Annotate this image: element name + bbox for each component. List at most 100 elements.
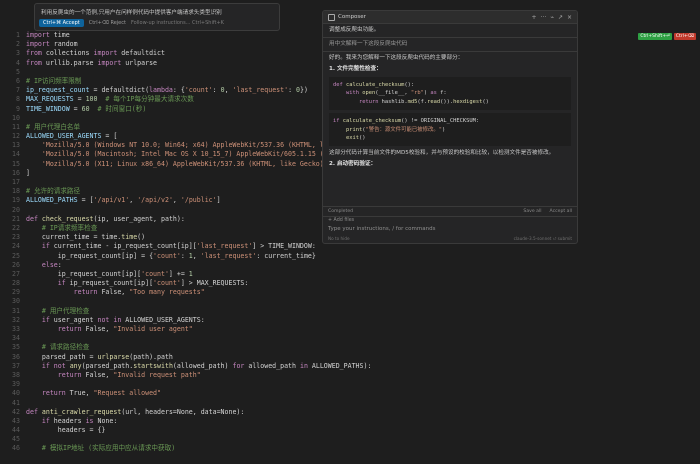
code-line[interactable]: 29 return False, "Too many requests" bbox=[0, 288, 700, 297]
code-editor[interactable]: 1 import time 2 import random 3 from collecti… bbox=[0, 0, 700, 464]
line-number: 36 bbox=[12, 352, 20, 361]
line-text: if headers is None: bbox=[26, 416, 118, 425]
line-number: 4 bbox=[16, 58, 20, 67]
line-text: # IP请求频率检查 bbox=[26, 223, 98, 232]
code-line[interactable]: 41 bbox=[0, 399, 700, 408]
line-number: 22 bbox=[12, 223, 20, 232]
reject-button[interactable]: Ctrl+⌫ Reject bbox=[89, 20, 126, 26]
line-text: # IP访问频率限制 bbox=[26, 76, 82, 85]
line-number: 15 bbox=[12, 159, 20, 168]
section-heading: 2. 启动密码验证： bbox=[329, 161, 377, 168]
accept-button[interactable]: Ctrl+⌘ Accept bbox=[39, 19, 84, 27]
line-number: 18 bbox=[12, 187, 20, 196]
code-line[interactable]: 30 bbox=[0, 297, 700, 306]
code-block-line: exit() bbox=[333, 135, 366, 142]
composer-controls: + ··· ⌁ ↗ × bbox=[532, 14, 572, 21]
code-line[interactable]: 35 # 请求路径检查 bbox=[0, 343, 700, 352]
line-number: 2 bbox=[16, 40, 20, 49]
line-number: 1 bbox=[16, 31, 20, 39]
composer-messages[interactable]: 调整成反爬虫功能。 用中文解释一下这段反爬虫代码 好的。我来为您解释一下这段反爬… bbox=[323, 24, 577, 206]
line-number: 6 bbox=[16, 76, 20, 85]
new-chat-icon[interactable]: + bbox=[532, 14, 537, 21]
line-number: 32 bbox=[12, 315, 20, 324]
accept-all-button[interactable]: Accept all bbox=[550, 209, 572, 214]
code-block[interactable]: if calculate_checksum() != ORIGINAL_CHEC… bbox=[329, 113, 571, 147]
line-text: import time bbox=[26, 31, 70, 39]
code-line[interactable]: 37 if not any(parsed_path.startswith(all… bbox=[0, 362, 700, 371]
line-number: 25 bbox=[12, 251, 20, 260]
code-line[interactable]: 36 parsed_path = urlparse(path).path bbox=[0, 353, 700, 362]
line-text: if ip_request_count[ip]['count'] > MAX_R… bbox=[26, 279, 249, 288]
code-block-line: print("警告：源文件可能已被修改。") bbox=[333, 126, 446, 133]
line-number: 5 bbox=[16, 67, 20, 76]
line-text: MAX_REQUESTS = 100 # 每个IP每分钟最大请求次数 bbox=[26, 95, 194, 104]
accept-diff-badge[interactable]: Ctrl+Shift+⏎ bbox=[638, 33, 672, 40]
line-text: headers = {} bbox=[26, 426, 106, 435]
code-line[interactable]: 28 if ip_request_count[ip]['count'] > MA… bbox=[0, 279, 700, 288]
add-files-button[interactable]: + Add files bbox=[328, 218, 572, 223]
expand-icon[interactable]: ↗ bbox=[558, 14, 563, 21]
line-number: 44 bbox=[12, 426, 20, 435]
line-text: def check_request(ip, user_agent, path): bbox=[26, 214, 185, 223]
code-line[interactable]: 43 if headers is None: bbox=[0, 417, 700, 426]
line-number: 43 bbox=[12, 416, 20, 425]
composer-input[interactable]: Type your instructions, / for commands bbox=[328, 226, 572, 232]
line-text: # 模拟IP地址 (实际应用中应从请求中获取) bbox=[26, 444, 176, 453]
save-all-button[interactable]: Save all bbox=[523, 209, 541, 214]
line-number: 42 bbox=[12, 407, 20, 416]
line-text: if not any(parsed_path.startswith(allowe… bbox=[26, 361, 372, 370]
code-line[interactable]: 32 if user_agent not in ALLOWED_USER_AGE… bbox=[0, 316, 700, 325]
line-text: import random bbox=[26, 40, 78, 49]
code-line[interactable]: 25 ip_request_count[ip] = {'count': 1, '… bbox=[0, 252, 700, 261]
history-icon[interactable]: ⌁ bbox=[550, 14, 554, 21]
code-line[interactable]: 31 # 用户代理检查 bbox=[0, 307, 700, 316]
more-icon[interactable]: ··· bbox=[541, 14, 547, 21]
line-number: 8 bbox=[16, 95, 20, 104]
code-line[interactable]: 42 def anti_crawler_request(url, headers=… bbox=[0, 408, 700, 417]
code-line[interactable]: 46 # 模拟IP地址 (实际应用中应从请求中获取) bbox=[0, 444, 700, 453]
assistant-explanation: 这部分代码计算当前文件的MD5校验和，并与预设的校验和比较，以检测文件是否被修改… bbox=[329, 150, 555, 157]
code-line[interactable]: 33 return False, "Invalid user agent" bbox=[0, 325, 700, 334]
composer-panel[interactable]: Composer + ··· ⌁ ↗ × 调整成反爬虫功能。 用中文解释一下这段反爬虫代… bbox=[322, 10, 578, 244]
hide-hint: No to hide bbox=[328, 236, 350, 241]
code-line[interactable]: 34 bbox=[0, 334, 700, 343]
line-text: ALLOWED_USER_AGENTS = [ bbox=[26, 132, 118, 141]
line-number: 34 bbox=[12, 334, 20, 343]
line-number: 35 bbox=[12, 343, 20, 352]
model-submit-hint[interactable]: claude-3.5-sonnet ⏎ submit bbox=[514, 236, 572, 241]
code-line[interactable]: 40 return True, "Request allowed" bbox=[0, 389, 700, 398]
code-line[interactable]: 26 else: bbox=[0, 261, 700, 270]
code-line[interactable]: 44 headers = {} bbox=[0, 426, 700, 435]
line-number: 26 bbox=[12, 260, 20, 269]
line-number: 20 bbox=[12, 205, 20, 214]
inline-prompt-question: 利用反爬虫的一个范例,只用户在问样例代码中提供客户端请求头类型识别 bbox=[41, 10, 222, 16]
line-text: from urllib.parse import urlparse bbox=[26, 58, 158, 67]
followup-input[interactable]: Follow-up instructions... Ctrl+Shift+K bbox=[131, 20, 224, 26]
line-number: 7 bbox=[16, 86, 20, 95]
line-number: 30 bbox=[12, 297, 20, 306]
close-icon[interactable]: × bbox=[567, 14, 572, 21]
code-line[interactable]: 38 return False, "Invalid request path" bbox=[0, 371, 700, 380]
line-number: 23 bbox=[12, 233, 20, 242]
code-block[interactable]: def calculate_checksum(): with open(__fi… bbox=[329, 77, 571, 111]
line-number: 28 bbox=[12, 279, 20, 288]
line-text: 'Mozilla/5.0 (X11; Linux x86_64) AppleWe… bbox=[26, 159, 332, 168]
line-number: 31 bbox=[12, 306, 20, 315]
composer-title: Composer bbox=[338, 14, 366, 20]
line-text: return False, "Invalid request path" bbox=[26, 370, 201, 379]
line-text: 'Mozilla/5.0 (Macintosh; Intel Mac OS X … bbox=[26, 150, 332, 159]
section-heading: 1. 文件完整性检查： bbox=[329, 66, 382, 72]
line-number: 12 bbox=[12, 132, 20, 141]
line-text: def anti_crawler_request(url, headers=No… bbox=[26, 407, 245, 416]
code-line[interactable]: 27 ip_request_count[ip]['count'] += 1 bbox=[0, 270, 700, 279]
status-text: Completed bbox=[328, 209, 354, 214]
line-text: return True, "Request allowed" bbox=[26, 389, 161, 398]
code-line[interactable]: 39 bbox=[0, 380, 700, 389]
line-number: 10 bbox=[12, 113, 20, 122]
composer-input-area[interactable]: + Add files Type your instructions, / fo… bbox=[323, 216, 577, 243]
inline-prompt[interactable]: 利用反爬虫的一个范例,只用户在问样例代码中提供客户端请求头类型识别 Ctrl+⌘… bbox=[34, 3, 280, 31]
reject-diff-badge[interactable]: Ctrl+⌫ bbox=[673, 33, 696, 40]
line-number: 37 bbox=[12, 361, 20, 370]
line-number: 39 bbox=[12, 380, 20, 389]
line-number: 45 bbox=[12, 435, 20, 444]
